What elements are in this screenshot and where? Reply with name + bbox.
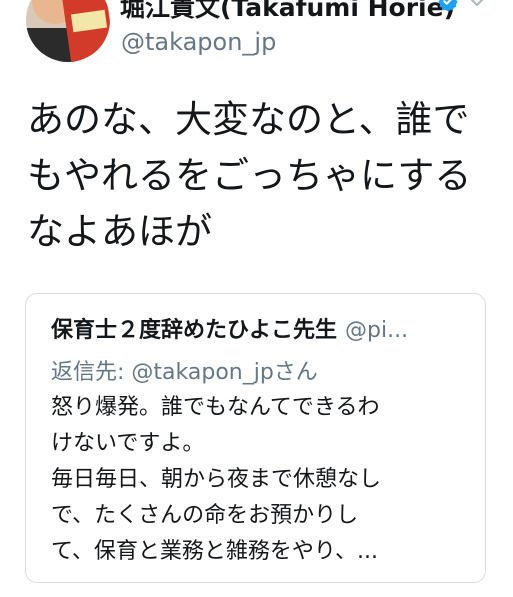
quoted-handle: @pi...	[345, 318, 409, 343]
tweet-text-line: なよあほが	[27, 210, 212, 253]
quoted-text-line: 怒り爆発。誰でもなんてできるわ	[51, 395, 380, 420]
chevron-down-icon[interactable]	[468, 0, 486, 10]
quoted-text-line: けないですよ。	[51, 431, 205, 456]
quoted-text-line: で、たくさんの命をお預かりし	[51, 503, 359, 528]
quoted-tweet-card[interactable]: 保育士２度辞めたひよこ先生 @pi... 返信先: @takapon_jpさん 怒…	[25, 293, 486, 583]
quoted-display-name: 保育士２度辞めたひよこ先生	[51, 318, 338, 343]
quoted-tweet-text: 怒り爆発。誰でもなんてできるわ けないですよ。 毎日毎日、朝から夜まで休憩なし …	[51, 390, 471, 570]
reply-to-label: 返信先: @takapon_jpさん	[51, 360, 318, 385]
display-name[interactable]: 堀江貴文(Takafumi Horie)	[120, 0, 455, 24]
quoted-tweet-header: 保育士２度辞めたひよこ先生 @pi...	[51, 312, 408, 344]
avatar[interactable]	[26, 0, 110, 62]
tweet-text: あのな、大変なのと、誰で もやれるをごっちゃにする なよあほが	[27, 92, 497, 260]
verified-badge-icon	[438, 0, 458, 11]
tweet-header: 堀江貴文(Takafumi Horie) @takapon_jp	[0, 0, 513, 70]
tweet-text-line: もやれるをごっちゃにする	[27, 154, 472, 197]
quoted-text-line: 毎日毎日、朝から夜まで休憩なし	[51, 467, 382, 492]
quoted-text-line: て、保育と業務と雑務をやり、...	[51, 539, 379, 564]
tweet-text-line: あのな、大変なのと、誰で	[27, 98, 470, 141]
user-handle[interactable]: @takapon_jp	[121, 28, 276, 56]
